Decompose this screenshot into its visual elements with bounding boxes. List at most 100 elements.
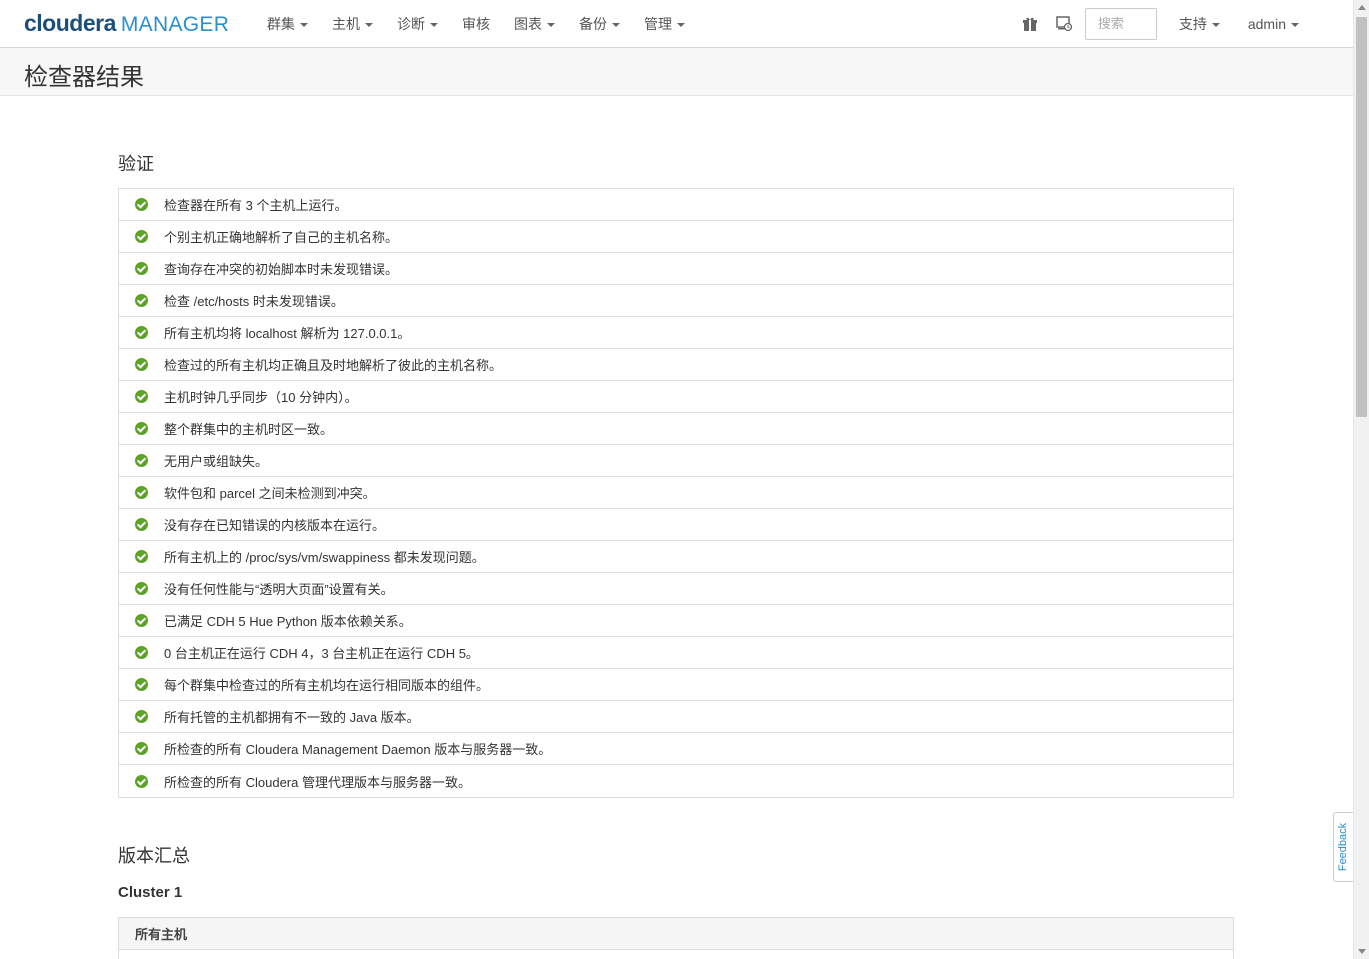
validation-row-text: 检查 /etc/hosts 时未发现错误。	[164, 294, 344, 309]
validation-check-list: 检查器在所有 3 个主机上运行。个别主机正确地解析了自己的主机名称。 查询存在冲突…	[118, 188, 1234, 798]
check-circle-icon	[135, 230, 148, 243]
support-menu[interactable]: 支持	[1165, 0, 1234, 47]
chevron-down-icon	[1291, 22, 1299, 27]
validation-row: 没有任何性能与“透明大页面”设置有关。	[119, 573, 1233, 605]
scrollbar-thumb[interactable]	[1356, 17, 1367, 417]
check-circle-icon	[135, 710, 148, 723]
validation-row-text: 没有任何性能与“透明大页面”设置有关。	[164, 582, 394, 597]
validation-row-text: 查询存在冲突的初始脚本时未发现错误。	[164, 262, 399, 277]
check-circle-icon	[135, 262, 148, 275]
version-summary-title: 版本汇总	[118, 846, 190, 866]
validation-row: 软件包和 parcel 之间未检测到冲突。	[119, 477, 1233, 509]
nav-menu-item-label: 审核	[462, 15, 490, 32]
validation-row-text: 所有主机上的 /proc/sys/vm/swappiness 都未发现问题。	[164, 550, 485, 565]
validation-row-text: 没有存在已知错误的内核版本在运行。	[164, 518, 386, 533]
feedback-tab[interactable]: Feedback	[1333, 812, 1353, 882]
validation-row: 所有主机上的 /proc/sys/vm/swappiness 都未发现问题。	[119, 541, 1233, 573]
nav-menu-item[interactable]: 管理	[632, 0, 697, 47]
check-circle-icon	[135, 198, 148, 211]
gift-icon[interactable]	[1013, 0, 1047, 47]
all-hosts-table: 所有主机	[118, 917, 1234, 959]
page-title: 检查器结果	[24, 64, 144, 91]
nav-menu-item-label: 群集	[267, 15, 295, 32]
support-menu-label: 支持	[1178, 15, 1207, 32]
validation-row: 检查 /etc/hosts 时未发现错误。	[119, 285, 1233, 317]
chevron-down-icon	[547, 22, 555, 27]
chevron-down-icon	[430, 22, 438, 27]
validation-row-text: 检查过的所有主机均正确且及时地解析了彼此的主机名称。	[164, 358, 503, 373]
validation-row-text: 软件包和 parcel 之间未检测到冲突。	[164, 486, 376, 501]
check-circle-icon	[135, 454, 148, 467]
validation-section-title: 验证	[118, 154, 154, 174]
nav-menu-item-label: 备份	[579, 15, 607, 32]
top-navbar: cloudera MANAGER 群集 主机 诊断 审核 图表 备份 管理 支持	[0, 0, 1353, 48]
nav-menu-item[interactable]: 主机	[320, 0, 385, 47]
scroll-up-arrow-icon[interactable]	[1358, 5, 1366, 10]
validation-row-text: 每个群集中检查过的所有主机均在运行相同版本的组件。	[164, 678, 490, 693]
check-circle-icon	[135, 358, 148, 371]
user-menu-label: admin	[1247, 15, 1286, 32]
nav-menu-item[interactable]: 图表	[502, 0, 567, 47]
chevron-down-icon	[1211, 22, 1220, 27]
validation-row: 查询存在冲突的初始脚本时未发现错误。	[119, 253, 1233, 285]
nav-menu-item-label: 诊断	[397, 15, 425, 32]
nav-menu-item-label: 主机	[332, 15, 360, 32]
vertical-scrollbar[interactable]	[1353, 0, 1369, 959]
chevron-down-icon	[677, 22, 685, 27]
logo-manager-text: MANAGER	[120, 13, 230, 36]
check-circle-icon	[135, 742, 148, 755]
validation-row: 所有托管的主机都拥有不一致的 Java 版本。	[119, 701, 1233, 733]
nav-menu-item[interactable]: 备份	[567, 0, 632, 47]
validation-row: 已满足 CDH 5 Hue Python 版本依赖关系。	[119, 605, 1233, 637]
page-header: 检查器结果	[0, 48, 1353, 96]
validation-row: 所检查的所有 Cloudera 管理代理版本与服务器一致。	[119, 765, 1233, 797]
check-circle-icon	[135, 422, 148, 435]
nav-right-area: 支持 admin	[1013, 0, 1313, 47]
scroll-down-arrow-icon[interactable]	[1358, 949, 1366, 954]
nav-menu-item-label: 管理	[644, 15, 672, 32]
main-nav-menu: 群集 主机 诊断 审核 图表 备份 管理	[255, 0, 697, 47]
validation-row: 没有存在已知错误的内核版本在运行。	[119, 509, 1233, 541]
search-input[interactable]	[1084, 7, 1157, 40]
chevron-down-icon	[612, 22, 620, 27]
validation-row: 整个群集中的主机时区一致。	[119, 413, 1233, 445]
check-circle-icon	[135, 294, 148, 307]
validation-row-text: 检查器在所有 3 个主机上运行。	[164, 198, 348, 213]
user-menu[interactable]: admin	[1234, 0, 1313, 47]
table-row	[119, 950, 1233, 959]
check-circle-icon	[135, 326, 148, 339]
validation-row: 检查器在所有 3 个主机上运行。	[119, 189, 1233, 221]
check-circle-icon	[135, 678, 148, 691]
validation-row: 0 台主机正在运行 CDH 4，3 台主机正在运行 CDH 5。	[119, 637, 1233, 669]
validation-row: 所有主机均将 localhost 解析为 127.0.0.1。	[119, 317, 1233, 349]
nav-menu-item[interactable]: 诊断	[385, 0, 450, 47]
check-circle-icon	[135, 646, 148, 659]
validation-row: 主机时钟几乎同步（10 分钟内）。	[119, 381, 1233, 413]
all-hosts-table-header: 所有主机	[119, 918, 1233, 950]
validation-row-text: 整个群集中的主机时区一致。	[164, 422, 334, 437]
logo-cloudera-text: cloudera	[24, 10, 116, 36]
check-circle-icon	[135, 518, 148, 531]
cluster-name: Cluster 1	[118, 884, 183, 901]
running-commands-icon[interactable]	[1047, 0, 1081, 47]
validation-row-text: 所有主机均将 localhost 解析为 127.0.0.1。	[164, 326, 411, 341]
check-circle-icon	[135, 774, 148, 788]
check-circle-icon	[135, 614, 148, 627]
check-circle-icon	[135, 390, 148, 403]
validation-row-text: 个别主机正确地解析了自己的主机名称。	[164, 230, 399, 245]
validation-row-text: 所检查的所有 Cloudera Management Daemon 版本与服务器…	[164, 742, 552, 757]
validation-row: 每个群集中检查过的所有主机均在运行相同版本的组件。	[119, 669, 1233, 701]
validation-row-text: 已满足 CDH 5 Hue Python 版本依赖关系。	[164, 614, 412, 629]
validation-row: 所检查的所有 Cloudera Management Daemon 版本与服务器…	[119, 733, 1233, 765]
validation-row-text: 所有托管的主机都拥有不一致的 Java 版本。	[164, 710, 420, 725]
feedback-label: Feedback	[1337, 822, 1350, 872]
validation-row-text: 0 台主机正在运行 CDH 4，3 台主机正在运行 CDH 5。	[164, 646, 479, 661]
chevron-down-icon	[300, 22, 308, 27]
nav-menu-item[interactable]: 审核	[450, 0, 502, 47]
validation-row: 无用户或组缺失。	[119, 445, 1233, 477]
nav-menu-item[interactable]: 群集	[255, 0, 320, 47]
cloudera-manager-logo[interactable]: cloudera MANAGER	[24, 10, 229, 36]
validation-row-text: 主机时钟几乎同步（10 分钟内）。	[164, 390, 358, 405]
check-circle-icon	[135, 486, 148, 499]
validation-row: 检查过的所有主机均正确且及时地解析了彼此的主机名称。	[119, 349, 1233, 381]
